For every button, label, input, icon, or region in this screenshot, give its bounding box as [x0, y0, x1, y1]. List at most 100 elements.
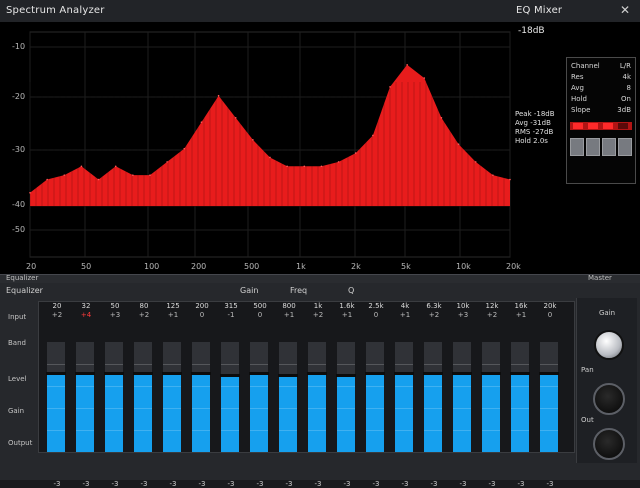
fader-tick [47, 430, 65, 431]
fader-track[interactable] [191, 342, 211, 452]
fader-track[interactable] [46, 342, 66, 452]
fader-tick [366, 430, 384, 431]
fader-level-fill [279, 376, 297, 452]
master-gain-knob[interactable] [594, 330, 624, 360]
fader-track[interactable] [307, 342, 327, 452]
fader-tick [482, 364, 500, 365]
fader-track[interactable] [75, 342, 95, 452]
spectrum-point [372, 134, 374, 137]
fader-tick [250, 408, 268, 409]
mixer-title: Equalizer [6, 286, 43, 295]
fader-track[interactable] [278, 342, 298, 452]
fader-thumb[interactable] [75, 371, 95, 375]
side-panel-row-value: On [621, 95, 631, 103]
x-tick-label: 200 [191, 262, 207, 271]
fader-thumb[interactable] [539, 371, 559, 375]
level-led-bar [570, 122, 632, 130]
side-panel-row: Res 4k [571, 73, 631, 81]
panel-button-4[interactable] [618, 138, 632, 156]
master-out-knob[interactable] [593, 428, 625, 460]
channel-name: 32 [81, 302, 91, 310]
fader-thumb[interactable] [307, 371, 327, 375]
channel-gain-value: +2 [51, 311, 63, 319]
close-icon[interactable]: ✕ [620, 3, 630, 17]
fader-thumb[interactable] [249, 371, 269, 375]
y-tick-label: -10 [12, 42, 26, 51]
fader-tick [105, 364, 123, 365]
channel-name: 315 [224, 302, 238, 310]
fader-track[interactable] [249, 342, 269, 452]
fader-thumb[interactable] [336, 374, 356, 378]
fader-track[interactable] [336, 342, 356, 452]
panel-button-2[interactable] [586, 138, 600, 156]
fader-track[interactable] [423, 342, 443, 452]
fader-thumb[interactable] [278, 374, 298, 378]
channel-name: 1k [313, 302, 323, 310]
fader-tick [337, 430, 355, 431]
fader-track[interactable] [220, 342, 240, 452]
spectrum-point [474, 161, 477, 163]
fader-track[interactable] [394, 342, 414, 452]
fader-tick [279, 408, 297, 409]
channel-name: 16k [514, 302, 528, 310]
fader-tick [134, 386, 152, 387]
fader-tick [76, 430, 94, 431]
fader-thumb[interactable] [191, 371, 211, 375]
fader-thumb[interactable] [133, 371, 153, 375]
fader-thumb[interactable] [510, 371, 530, 375]
fader-tick [221, 364, 239, 365]
fader-thumb[interactable] [394, 371, 414, 375]
fader-thumb[interactable] [423, 371, 443, 375]
channel-output-value: -3 [459, 480, 467, 488]
fader-tick [192, 364, 210, 365]
fader-tick [134, 408, 152, 409]
fader-thumb[interactable] [46, 371, 66, 375]
fader-track[interactable] [133, 342, 153, 452]
side-panel-row-label: Res [571, 73, 584, 81]
channel-name: 4k [400, 302, 410, 310]
fader-thumb[interactable] [481, 371, 501, 375]
fader-thumb[interactable] [365, 371, 385, 375]
spectrum-plot [29, 31, 511, 258]
channel-output-value: -3 [169, 480, 177, 488]
fader-track[interactable] [452, 342, 472, 452]
section-left-label: Equalizer [6, 274, 39, 282]
fader-thumb[interactable] [452, 371, 472, 375]
channel-gain-value: +1 [515, 311, 527, 319]
side-panel-row-label: Hold [571, 95, 587, 103]
left-label-gain: Gain [8, 407, 25, 415]
fader-thumb[interactable] [220, 374, 240, 378]
spectrum-point [46, 178, 48, 181]
fader-track[interactable] [365, 342, 385, 452]
panel-button-3[interactable] [602, 138, 616, 156]
fader-tick [511, 408, 529, 409]
spectrum-point [457, 143, 460, 146]
window-right-title: EQ Mixer [516, 5, 563, 16]
fader-tick [453, 408, 471, 409]
fader-tick [76, 386, 94, 387]
fader-track[interactable] [481, 342, 501, 452]
fader-track[interactable] [510, 342, 530, 452]
fader-tick [395, 430, 413, 431]
panel-button-1[interactable] [570, 138, 584, 156]
y-tick-label: -30 [12, 145, 26, 154]
fader-track[interactable] [162, 342, 182, 452]
fader-tick [366, 408, 384, 409]
fader-tick [279, 364, 297, 365]
fader-tick [482, 430, 500, 431]
fader-thumb[interactable] [104, 371, 124, 375]
spectrum-point [440, 116, 443, 119]
fader-tick [221, 430, 239, 431]
fader-thumb[interactable] [162, 371, 182, 375]
spectrum-point [303, 165, 306, 168]
mixer-header-freq: Freq [290, 286, 308, 295]
channel-output-value: -3 [430, 480, 438, 488]
fader-tick [540, 364, 558, 365]
master-pan-knob[interactable] [593, 383, 625, 415]
y-tick-label: -20 [12, 92, 26, 101]
channel-gain-value: +4 [80, 311, 92, 319]
fader-track[interactable] [104, 342, 124, 452]
channel-gain-value: 0 [199, 311, 205, 319]
fader-track[interactable] [539, 342, 559, 452]
side-panel-row-label: Channel [571, 62, 600, 70]
